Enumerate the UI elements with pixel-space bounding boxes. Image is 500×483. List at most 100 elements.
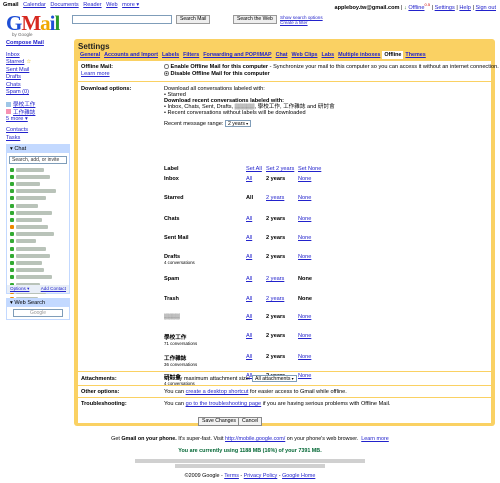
nav-inbox[interactable]: Inbox: [6, 52, 72, 60]
option-2years[interactable]: 2 years: [266, 333, 285, 339]
nav-more-labels[interactable]: 5 more ▾: [6, 116, 72, 124]
web-search-header[interactable]: ▾ Web Search: [7, 299, 69, 307]
attachments-select[interactable]: All attachments: [251, 375, 297, 382]
option-none[interactable]: None: [298, 276, 312, 282]
chat-contact[interactable]: [7, 259, 69, 266]
disable-option[interactable]: Disable Offline Mail for this computer: [164, 71, 270, 77]
google-search-input[interactable]: Google: [13, 309, 63, 317]
option-2years[interactable]: 2 years: [266, 276, 284, 282]
chat-contact[interactable]: [7, 267, 69, 274]
chat-contact[interactable]: [7, 195, 69, 202]
option-all[interactable]: All: [246, 254, 252, 260]
nav-label[interactable]: 工作雜誌: [13, 108, 35, 116]
disable-radio[interactable]: [164, 71, 169, 76]
option-2years[interactable]: 2 years: [266, 235, 285, 241]
tab-filters[interactable]: Filters: [181, 51, 201, 59]
option-none[interactable]: None: [298, 235, 311, 241]
tab-web-clips[interactable]: Web Clips: [290, 51, 320, 59]
desktop-shortcut-link[interactable]: create a desktop shortcut: [186, 389, 249, 395]
search-web-button[interactable]: Search the Web: [233, 15, 277, 24]
gbar-reader-link[interactable]: Reader: [83, 2, 101, 8]
chat-contact[interactable]: [7, 209, 69, 216]
option-all[interactable]: All: [246, 333, 252, 339]
option-2years[interactable]: 2 years: [266, 176, 285, 182]
option-all[interactable]: All: [246, 354, 252, 360]
nav-chats[interactable]: Chats: [6, 82, 72, 90]
chat-contact[interactable]: [7, 180, 69, 187]
chat-contact[interactable]: [7, 245, 69, 252]
option-all[interactable]: All: [246, 195, 253, 201]
learn-more-link[interactable]: Learn more: [81, 71, 110, 77]
option-2years[interactable]: 2 years: [266, 195, 284, 201]
compose-mail-link[interactable]: Compose Mail: [6, 40, 72, 48]
create-filter-link[interactable]: Create a filter: [280, 20, 323, 25]
tab-labels[interactable]: Labels: [160, 51, 181, 59]
tab-themes[interactable]: Themes: [403, 51, 427, 59]
chat-contact[interactable]: [7, 188, 69, 195]
set-all-link[interactable]: Set All: [246, 166, 262, 172]
tab-general[interactable]: General: [78, 51, 102, 59]
tab-labs[interactable]: Labs: [320, 51, 337, 59]
gmail-logo[interactable]: GMail: [6, 13, 60, 34]
mobile-link[interactable]: http://mobile.google.com/: [225, 436, 285, 442]
nav-label-row[interactable]: 工作雜誌: [6, 108, 72, 116]
settings-link[interactable]: Settings: [435, 5, 455, 11]
option-2years[interactable]: 2 years: [266, 254, 285, 260]
google-home-link[interactable]: Google Home: [282, 473, 315, 479]
option-2years[interactable]: 2 years: [266, 216, 285, 222]
option-none[interactable]: None: [298, 216, 311, 222]
option-none[interactable]: None: [298, 296, 312, 302]
chat-contact[interactable]: [7, 231, 69, 238]
search-mail-button[interactable]: Search Mail: [176, 15, 211, 24]
tab-chat[interactable]: Chat: [274, 51, 290, 59]
option-all[interactable]: All: [246, 314, 252, 320]
option-none[interactable]: None: [298, 333, 311, 339]
tab-accounts[interactable]: Accounts and Import: [102, 51, 160, 59]
option-none[interactable]: None: [298, 195, 311, 201]
add-contact-link[interactable]: Add Contact: [41, 285, 66, 293]
gbar-web-link[interactable]: Web: [106, 2, 117, 8]
option-none[interactable]: None: [298, 254, 311, 260]
option-all[interactable]: All: [246, 176, 252, 182]
privacy-link[interactable]: Privacy Policy: [244, 473, 278, 479]
nav-tasks[interactable]: Tasks: [6, 135, 72, 143]
option-2years[interactable]: 2 years: [266, 314, 285, 320]
tab-multiple-inboxes[interactable]: Multiple inboxes: [336, 51, 382, 59]
set-none-link[interactable]: Set None: [298, 166, 321, 172]
option-none[interactable]: None: [298, 314, 311, 320]
set-2years-link[interactable]: Set 2 years: [266, 166, 294, 172]
footer-learn-more-link[interactable]: Learn more: [361, 436, 389, 442]
chat-contact[interactable]: [7, 224, 69, 231]
nav-sent-mail[interactable]: Sent Mail: [6, 67, 72, 75]
chat-search-input[interactable]: Search, add, or invite: [9, 156, 67, 164]
sign-out-link[interactable]: Sign out: [475, 5, 496, 11]
enable-option[interactable]: Enable Offline Mail for this computer - …: [164, 64, 499, 70]
gbar-more-link[interactable]: more ▾: [122, 2, 139, 8]
range-select[interactable]: 2 years: [224, 120, 252, 127]
option-all[interactable]: All: [246, 216, 252, 222]
troubleshooting-link[interactable]: go to the troubleshooting page: [186, 401, 262, 407]
gbar-calendar-link[interactable]: Calendar: [23, 2, 46, 8]
offline-icon[interactable]: ↓: [404, 5, 407, 11]
option-none[interactable]: None: [298, 354, 311, 360]
nav-spam[interactable]: Spam (0): [6, 89, 72, 97]
nav-contacts[interactable]: Contacts: [6, 127, 72, 135]
help-link[interactable]: Help: [459, 5, 471, 11]
chat-contact[interactable]: [7, 202, 69, 209]
option-2years[interactable]: 2 years: [266, 296, 284, 302]
chat-contact[interactable]: [7, 216, 69, 223]
nav-drafts[interactable]: Drafts: [6, 74, 72, 82]
chat-options-link[interactable]: Options ▾: [10, 285, 29, 293]
chat-contact[interactable]: [7, 173, 69, 180]
enable-radio[interactable]: [164, 64, 169, 69]
chat-contact[interactable]: [7, 166, 69, 173]
option-all[interactable]: All: [246, 276, 252, 282]
nav-starred[interactable]: Starred: [6, 59, 24, 65]
option-all[interactable]: All: [246, 296, 252, 302]
option-none[interactable]: None: [298, 176, 311, 182]
tab-offline[interactable]: Offline: [382, 51, 404, 59]
terms-link[interactable]: Terms: [224, 473, 239, 479]
chat-contact[interactable]: [7, 252, 69, 259]
save-changes-button[interactable]: Save Changes: [198, 417, 241, 426]
tab-forwarding[interactable]: Forwarding and POP/IMAP: [201, 51, 273, 59]
